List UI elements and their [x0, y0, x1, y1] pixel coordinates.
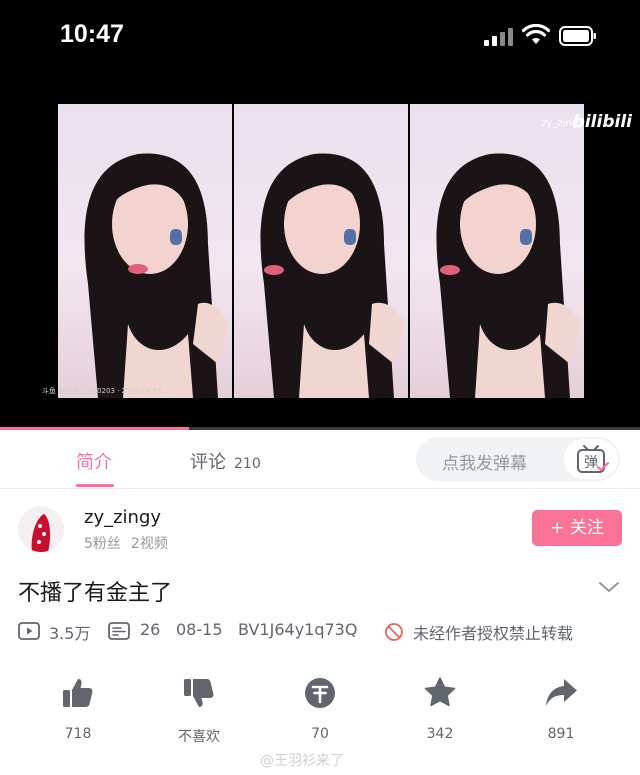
share-count: 891 — [547, 726, 575, 742]
status-time: 10:47 — [60, 20, 124, 48]
copyright-notice: 未经作者授权禁止转载 — [413, 624, 574, 643]
uploader-name[interactable]: zy_zingy — [84, 507, 161, 528]
follow-button[interactable]: + 关注 — [532, 510, 622, 546]
bilibili-logo: bilibili — [572, 112, 632, 132]
play-count-icon — [18, 622, 40, 640]
star-icon — [424, 677, 456, 707]
danmaku-icon-label: 弹 — [584, 455, 598, 471]
danmaku-toggle-button[interactable]: 弹 — [562, 437, 620, 481]
fans-count: 5粉丝 — [84, 536, 121, 552]
upload-date: 08-15 — [176, 620, 223, 639]
signal-icon — [484, 28, 516, 46]
divider — [0, 488, 640, 489]
like-count: 718 — [64, 726, 92, 742]
tab-comments-label: 评论 — [190, 452, 226, 473]
uploader-stats: 5粉丝 2视频 — [84, 533, 178, 553]
tab-intro[interactable]: 简介 — [76, 448, 112, 474]
chevron-down-icon[interactable] — [598, 580, 620, 594]
status-bar: 10:47 — [0, 0, 640, 100]
danmaku-placeholder: 点我发弹幕 — [442, 454, 527, 474]
video-frame — [234, 104, 408, 398]
thumbs-up-icon — [63, 679, 93, 707]
video-count: 2视频 — [130, 536, 168, 552]
wifi-icon — [522, 24, 550, 44]
danmaku-tv-icon: 弹 — [577, 445, 610, 473]
dislike-label: 不喜欢 — [178, 729, 220, 745]
tab-bar: 简介 评论 210 点我发弹幕 弹 — [0, 430, 640, 488]
comment-count: 210 — [234, 456, 261, 472]
danmaku-count: 26 — [140, 620, 161, 639]
avatar[interactable] — [18, 506, 64, 552]
video-frame — [410, 104, 584, 398]
danmaku-input[interactable]: 点我发弹幕 弹 — [416, 437, 620, 481]
thumbs-down-icon — [184, 679, 214, 707]
video-player[interactable]: zy_zingy bilibili 斗鱼 房间号: 1010203 · 2021… — [0, 100, 640, 430]
favorite-button[interactable]: 342 — [400, 676, 480, 742]
action-bar: 718 不喜欢 70 342 891 — [0, 676, 640, 756]
share-button[interactable]: 891 — [521, 676, 601, 742]
bvid: BV1J64y1q73Q — [238, 620, 358, 639]
video-frame — [58, 104, 232, 398]
favorite-count: 342 — [426, 726, 454, 742]
danmaku-count-icon — [108, 622, 130, 640]
battery-icon — [559, 26, 596, 46]
video-caption: 斗鱼 房间号: 1010203 · 2021.08.15 — [42, 387, 162, 395]
dislike-button[interactable]: 不喜欢 — [159, 676, 239, 746]
share-icon — [546, 679, 577, 706]
coin-count: 70 — [311, 726, 329, 742]
tab-indicator — [76, 484, 114, 487]
weibo-watermark: @王羽衫来了 — [260, 753, 344, 769]
tab-comments[interactable]: 评论 210 — [190, 448, 261, 474]
video-title: 不播了有金主了 — [18, 581, 173, 606]
like-button[interactable]: 718 — [38, 676, 118, 742]
view-count: 3.5万 — [49, 624, 91, 643]
coin-icon — [305, 678, 335, 708]
no-repost-icon — [385, 623, 403, 641]
coin-button[interactable]: 70 — [280, 676, 360, 742]
